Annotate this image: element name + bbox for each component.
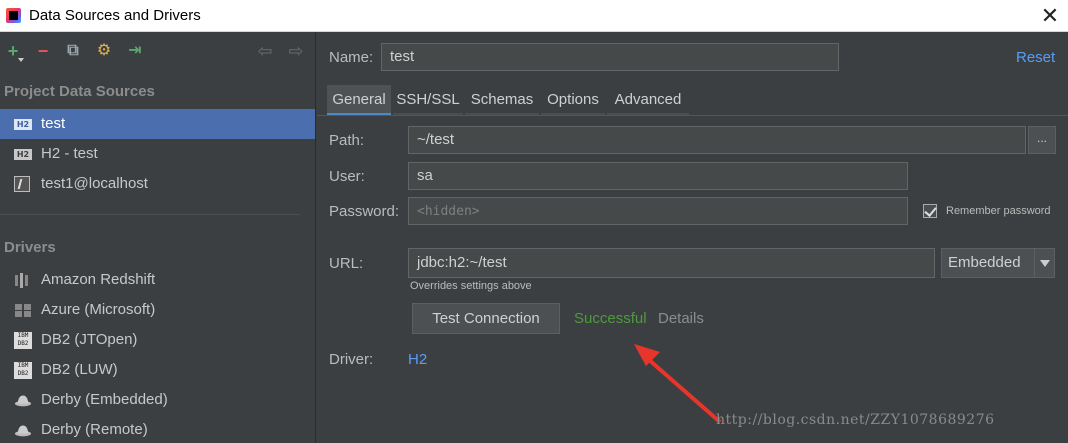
window-title: Data Sources and Drivers <box>29 7 201 24</box>
tab-schemas[interactable]: Schemas <box>465 85 539 115</box>
chevron-down-icon <box>1034 249 1054 277</box>
remember-password-checkbox[interactable] <box>923 204 937 218</box>
window-titlebar: Data Sources and Drivers ✕ <box>0 0 1068 32</box>
derby-icon <box>14 425 32 437</box>
data-source-label: test <box>41 115 66 132</box>
back-arrow-icon[interactable]: ⇦ <box>254 40 276 62</box>
data-source-item[interactable]: H2 test <box>0 109 315 139</box>
driver-label: Derby (Embedded) <box>41 391 168 408</box>
h2-icon: H2 <box>14 149 32 160</box>
azure-icon <box>15 304 31 317</box>
derby-icon <box>14 395 32 407</box>
driver-label: Amazon Redshift <box>41 271 156 288</box>
data-source-label: test1@localhost <box>41 175 148 192</box>
driver-link[interactable]: H2 <box>408 351 427 368</box>
driver-label: Driver: <box>329 351 374 368</box>
intellij-app-icon <box>6 8 21 23</box>
driver-label: Azure (Microsoft) <box>41 301 156 318</box>
user-field[interactable]: sa <box>408 162 908 190</box>
driver-item[interactable]: Derby (Embedded) <box>0 385 315 415</box>
watermark-text: http://blog.csdn.net/ZZY1078689276 <box>716 412 995 428</box>
details-link[interactable]: Details <box>658 310 704 327</box>
tab-ssh-ssl[interactable]: SSH/SSL <box>393 85 463 115</box>
driver-item[interactable]: Amazon Redshift <box>0 265 315 295</box>
copy-icon[interactable]: ⧉ <box>62 40 84 62</box>
name-label: Name: <box>329 49 374 66</box>
db2-icon: IBM DB2 <box>14 362 32 379</box>
redshift-icon <box>15 273 28 288</box>
url-mode-value: Embedded <box>948 254 1021 271</box>
close-window-button[interactable]: ✕ <box>1036 2 1064 30</box>
add-dropdown-icon[interactable] <box>18 58 24 62</box>
data-source-label: H2 - test <box>41 145 98 162</box>
password-placeholder: <hidden> <box>417 204 480 219</box>
tab-general[interactable]: General <box>327 85 391 115</box>
data-source-item[interactable]: H2 H2 - test <box>0 139 315 169</box>
driver-item[interactable]: IBM DB2 DB2 (JTOpen) <box>0 325 315 355</box>
url-mode-select[interactable]: Embedded <box>941 248 1055 278</box>
tab-advanced[interactable]: Advanced <box>607 85 689 115</box>
driver-item[interactable]: Azure (Microsoft) <box>0 295 315 325</box>
tabs-divider <box>317 115 1068 116</box>
import-icon[interactable]: ⇥ <box>124 40 146 62</box>
project-data-sources-header: Project Data Sources <box>4 83 155 100</box>
driver-label: DB2 (JTOpen) <box>41 331 138 348</box>
test-status: Successful <box>574 310 647 327</box>
settings-icon[interactable]: ⚙ <box>93 40 115 62</box>
data-source-item[interactable]: test1@localhost <box>0 169 315 199</box>
password-label: Password: <box>329 203 400 220</box>
url-label: URL: <box>329 255 364 272</box>
driver-label: Derby (Remote) <box>41 421 148 438</box>
user-label: User: <box>329 168 365 185</box>
driver-item[interactable]: Derby (Remote) <box>0 415 315 443</box>
url-overrides-note: Overrides settings above <box>410 280 532 292</box>
sidebar: + − ⧉ ⚙ ⇥ ⇦ ⇨ Project Data Sources H2 te… <box>0 32 316 443</box>
remember-password-label: Remember password <box>946 205 1051 217</box>
forward-arrow-icon[interactable]: ⇨ <box>285 40 307 62</box>
remove-icon[interactable]: − <box>32 40 54 62</box>
test-connection-button[interactable]: Test Connection <box>412 303 560 334</box>
driver-label: DB2 (LUW) <box>41 361 118 378</box>
sidebar-divider <box>0 214 300 215</box>
mysql-icon <box>14 176 30 192</box>
url-field[interactable]: jdbc:h2:~/test <box>408 248 935 278</box>
path-label: Path: <box>329 132 365 149</box>
h2-icon: H2 <box>14 119 32 130</box>
annotation-arrow <box>634 344 722 424</box>
driver-item[interactable]: IBM DB2 DB2 (LUW) <box>0 355 315 385</box>
name-field[interactable]: test <box>381 43 839 71</box>
drivers-header: Drivers <box>4 239 56 256</box>
tab-options[interactable]: Options <box>541 85 605 115</box>
sidebar-toolbar: + − ⧉ ⚙ ⇥ ⇦ ⇨ <box>0 32 315 72</box>
db2-icon: IBM DB2 <box>14 332 32 349</box>
reset-link[interactable]: Reset <box>1016 49 1055 66</box>
path-field[interactable]: ~/test <box>408 126 1026 154</box>
browse-path-button[interactable]: ... <box>1028 126 1056 154</box>
password-field[interactable]: <hidden> <box>408 197 908 225</box>
